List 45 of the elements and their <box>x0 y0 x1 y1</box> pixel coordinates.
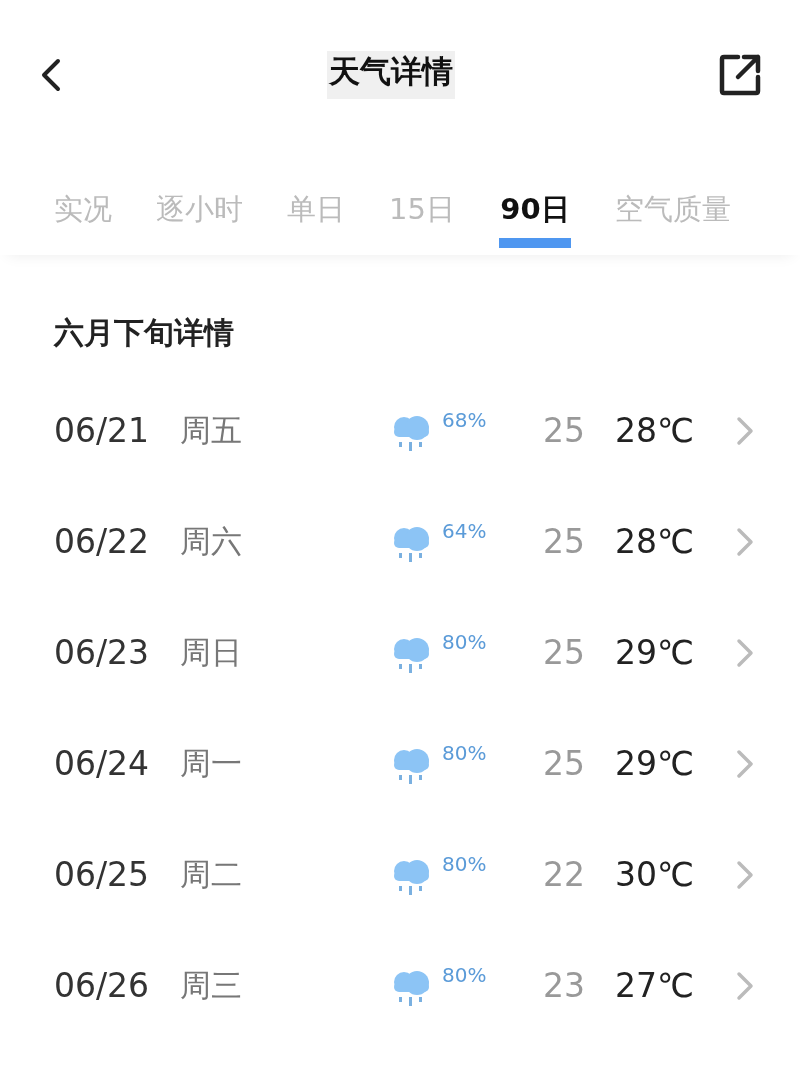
high-temperature: 30℃ <box>615 855 696 894</box>
tab[interactable]: 逐小时 <box>156 190 243 230</box>
rain-chance: 80% <box>442 740 488 765</box>
low-temperature: 25 <box>543 744 586 783</box>
tab[interactable]: 实况 <box>54 190 112 230</box>
weekday-text: 周一 <box>180 743 243 783</box>
date-text: 06/26 <box>54 966 151 1005</box>
page-title: 天气详情 <box>327 51 455 99</box>
chevron-right-icon[interactable] <box>735 414 755 447</box>
chevron-right-icon[interactable] <box>735 525 755 558</box>
date-text: 06/22 <box>54 522 151 561</box>
chevron-right-icon[interactable] <box>735 747 755 780</box>
high-temperature: 28℃ <box>615 411 696 450</box>
rain-chance: 64% <box>442 518 488 543</box>
high-temperature: 29℃ <box>615 633 696 672</box>
weekday-text: 周三 <box>180 965 243 1005</box>
weekday-text: 周日 <box>180 632 243 672</box>
tab[interactable]: 15日 <box>389 190 455 230</box>
tab[interactable]: 单日 <box>287 190 345 230</box>
date-text: 06/24 <box>54 744 151 783</box>
date-text: 06/21 <box>54 411 151 450</box>
low-temperature: 25 <box>543 411 586 450</box>
share-icon[interactable] <box>718 53 762 97</box>
chevron-right-icon[interactable] <box>735 858 755 891</box>
section-title: 六月下旬详情 <box>52 314 235 352</box>
rain-chance: 80% <box>442 851 488 876</box>
date-text: 06/25 <box>54 855 151 894</box>
rain-chance: 80% <box>442 629 488 654</box>
date-text: 06/23 <box>54 633 151 672</box>
weekday-text: 周二 <box>180 854 243 894</box>
chevron-right-icon[interactable] <box>735 969 755 1002</box>
rain-chance: 80% <box>442 962 488 987</box>
chevron-right-icon[interactable] <box>735 636 755 669</box>
weekday-text: 周五 <box>180 410 243 450</box>
tab[interactable]: 90日 <box>498 190 571 248</box>
low-temperature: 22 <box>543 855 586 894</box>
high-temperature: 29℃ <box>615 744 696 783</box>
high-temperature: 28℃ <box>615 522 696 561</box>
tab[interactable]: 空气质量 <box>614 190 731 230</box>
rain-chance: 68% <box>442 407 488 432</box>
weekday-text: 周六 <box>180 521 243 561</box>
low-temperature: 23 <box>543 966 586 1005</box>
low-temperature: 25 <box>543 522 586 561</box>
low-temperature: 25 <box>543 633 586 672</box>
high-temperature: 27℃ <box>615 966 696 1005</box>
